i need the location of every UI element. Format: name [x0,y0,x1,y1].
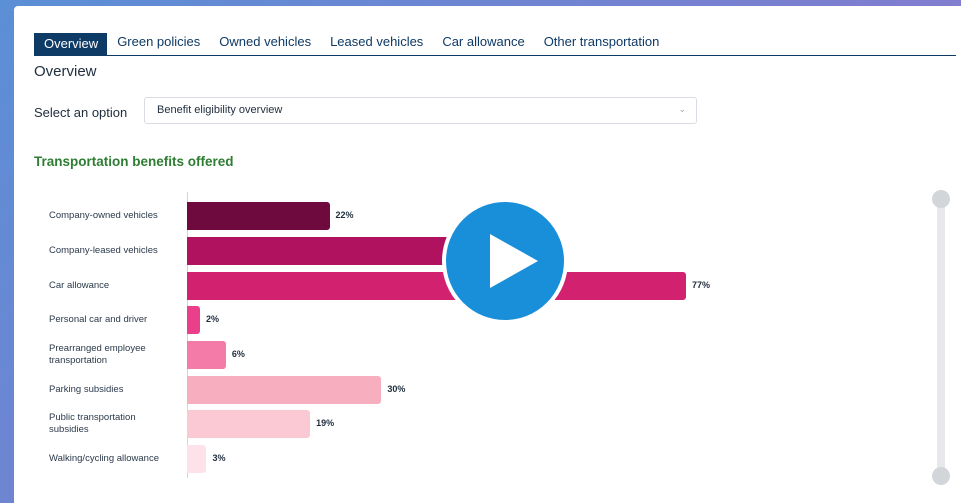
category-label: Public transportation subsidies [49,412,136,435]
content-card: Overview Green policies Owned vehicles L… [14,6,961,503]
scrollbar-track[interactable] [937,198,945,476]
chart-bar [187,306,200,334]
category-label: Personal car and driver [49,314,148,325]
bar-value-label: 22% [335,210,354,220]
chart-bar [187,445,207,473]
chart-bar [187,341,226,369]
category-label: Walking/cycling allowance [49,453,160,464]
bar-value-label: 77% [691,280,710,290]
tab-bar: Overview Green policies Owned vehicles L… [34,28,956,56]
chart-bar [187,202,330,230]
bar-value-label: 19% [316,418,335,428]
page-title: Overview [34,63,97,80]
scrollbar-bottom-handle[interactable] [932,467,950,485]
play-icon [490,234,538,288]
category-label: Prearranged employee transportation [49,343,146,366]
bar-value-label: 6% [231,349,245,359]
tab-car-allowance[interactable]: Car allowance [432,33,533,55]
play-button[interactable] [442,198,568,324]
chart-bar [187,410,311,438]
bar-value-label: 3% [212,453,226,463]
tab-leased-vehicles[interactable]: Leased vehicles [320,33,432,55]
bar-value-label: 2% [205,314,219,324]
chart-bar [187,272,686,300]
bar-value-label: 30% [387,384,406,394]
tab-owned-vehicles[interactable]: Owned vehicles [209,33,320,55]
category-label: Parking subsidies [49,384,124,395]
tab-other-transportation[interactable]: Other transportation [534,33,669,55]
select-value: Benefit eligibility overview [157,104,283,116]
category-label: Company-owned vehicles [49,210,158,221]
tab-overview[interactable]: Overview [34,33,108,55]
tab-green-policies[interactable]: Green policies [107,33,209,55]
category-label: Company-leased vehicles [49,245,158,256]
section-title: Transportation benefits offered [34,154,234,169]
scrollbar-top-handle[interactable] [932,190,950,208]
chevron-down-icon: ⌄ [678,104,686,114]
chart-bar [187,376,382,404]
category-label: Car allowance [49,280,110,291]
option-select[interactable]: Benefit eligibility overview ⌄ [144,97,697,124]
select-label: Select an option [34,105,128,120]
